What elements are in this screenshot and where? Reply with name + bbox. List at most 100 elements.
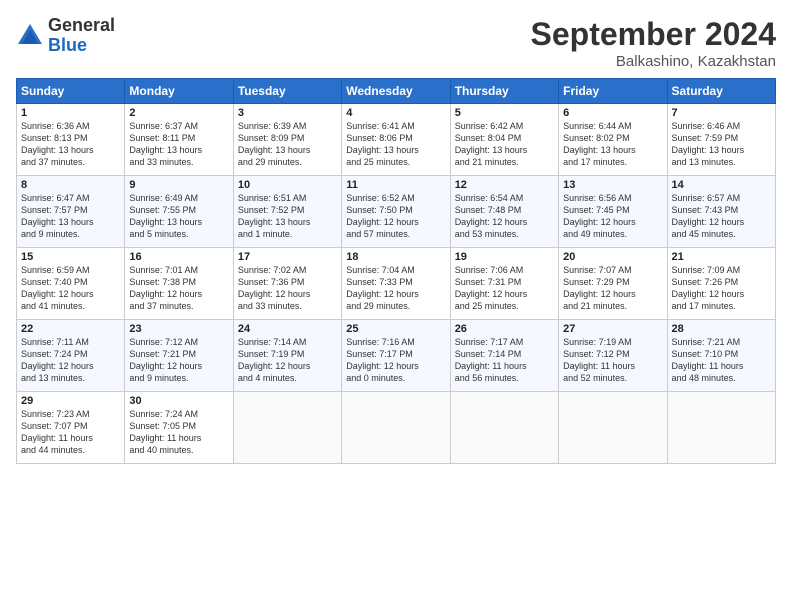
day-number: 7 (672, 107, 771, 119)
day-info: Sunrise: 7:11 AM Sunset: 7:24 PM Dayligh… (21, 336, 120, 385)
day-info: Sunrise: 7:14 AM Sunset: 7:19 PM Dayligh… (238, 336, 337, 385)
day-info: Sunrise: 6:57 AM Sunset: 7:43 PM Dayligh… (672, 192, 771, 241)
calendar-week-row: 8Sunrise: 6:47 AM Sunset: 7:57 PM Daylig… (17, 176, 776, 248)
weekday-header: Saturday (667, 79, 775, 104)
day-number: 9 (129, 179, 228, 191)
weekday-header: Thursday (450, 79, 558, 104)
day-info: Sunrise: 6:46 AM Sunset: 7:59 PM Dayligh… (672, 120, 771, 169)
calendar-cell: 17Sunrise: 7:02 AM Sunset: 7:36 PM Dayli… (233, 248, 341, 320)
calendar-cell: 12Sunrise: 6:54 AM Sunset: 7:48 PM Dayli… (450, 176, 558, 248)
calendar-cell: 15Sunrise: 6:59 AM Sunset: 7:40 PM Dayli… (17, 248, 125, 320)
day-info: Sunrise: 6:42 AM Sunset: 8:04 PM Dayligh… (455, 120, 554, 169)
day-info: Sunrise: 6:56 AM Sunset: 7:45 PM Dayligh… (563, 192, 662, 241)
day-info: Sunrise: 6:52 AM Sunset: 7:50 PM Dayligh… (346, 192, 445, 241)
day-info: Sunrise: 6:54 AM Sunset: 7:48 PM Dayligh… (455, 192, 554, 241)
day-number: 14 (672, 179, 771, 191)
day-number: 5 (455, 107, 554, 119)
calendar-cell: 23Sunrise: 7:12 AM Sunset: 7:21 PM Dayli… (125, 320, 233, 392)
day-number: 29 (21, 395, 120, 407)
day-info: Sunrise: 6:41 AM Sunset: 8:06 PM Dayligh… (346, 120, 445, 169)
day-number: 11 (346, 179, 445, 191)
calendar-cell: 13Sunrise: 6:56 AM Sunset: 7:45 PM Dayli… (559, 176, 667, 248)
day-info: Sunrise: 6:49 AM Sunset: 7:55 PM Dayligh… (129, 192, 228, 241)
day-number: 10 (238, 179, 337, 191)
day-info: Sunrise: 7:17 AM Sunset: 7:14 PM Dayligh… (455, 336, 554, 385)
day-number: 22 (21, 323, 120, 335)
day-number: 30 (129, 395, 228, 407)
day-info: Sunrise: 7:23 AM Sunset: 7:07 PM Dayligh… (21, 408, 120, 457)
day-info: Sunrise: 6:51 AM Sunset: 7:52 PM Dayligh… (238, 192, 337, 241)
day-number: 25 (346, 323, 445, 335)
calendar-cell: 9Sunrise: 6:49 AM Sunset: 7:55 PM Daylig… (125, 176, 233, 248)
logo-blue-text: Blue (48, 35, 87, 55)
day-number: 1 (21, 107, 120, 119)
title-block: September 2024 Balkashino, Kazakhstan (531, 16, 776, 70)
calendar-week-row: 1Sunrise: 6:36 AM Sunset: 8:13 PM Daylig… (17, 104, 776, 176)
month-title: September 2024 (531, 16, 776, 53)
weekday-header: Tuesday (233, 79, 341, 104)
calendar-cell: 10Sunrise: 6:51 AM Sunset: 7:52 PM Dayli… (233, 176, 341, 248)
calendar-cell: 2Sunrise: 6:37 AM Sunset: 8:11 PM Daylig… (125, 104, 233, 176)
day-number: 13 (563, 179, 662, 191)
calendar-cell: 30Sunrise: 7:24 AM Sunset: 7:05 PM Dayli… (125, 392, 233, 464)
calendar-cell: 26Sunrise: 7:17 AM Sunset: 7:14 PM Dayli… (450, 320, 558, 392)
calendar-cell: 7Sunrise: 6:46 AM Sunset: 7:59 PM Daylig… (667, 104, 775, 176)
calendar-cell (667, 392, 775, 464)
page-header: General Blue September 2024 Balkashino, … (16, 16, 776, 70)
day-number: 6 (563, 107, 662, 119)
day-info: Sunrise: 7:02 AM Sunset: 7:36 PM Dayligh… (238, 264, 337, 313)
logo-general-text: General (48, 15, 115, 35)
calendar-cell: 6Sunrise: 6:44 AM Sunset: 8:02 PM Daylig… (559, 104, 667, 176)
calendar-cell: 4Sunrise: 6:41 AM Sunset: 8:06 PM Daylig… (342, 104, 450, 176)
day-number: 24 (238, 323, 337, 335)
calendar-cell: 5Sunrise: 6:42 AM Sunset: 8:04 PM Daylig… (450, 104, 558, 176)
calendar-week-row: 15Sunrise: 6:59 AM Sunset: 7:40 PM Dayli… (17, 248, 776, 320)
day-info: Sunrise: 7:21 AM Sunset: 7:10 PM Dayligh… (672, 336, 771, 385)
calendar-cell: 28Sunrise: 7:21 AM Sunset: 7:10 PM Dayli… (667, 320, 775, 392)
day-number: 23 (129, 323, 228, 335)
calendar-cell: 29Sunrise: 7:23 AM Sunset: 7:07 PM Dayli… (17, 392, 125, 464)
logo-icon (16, 22, 44, 50)
calendar-cell: 14Sunrise: 6:57 AM Sunset: 7:43 PM Dayli… (667, 176, 775, 248)
day-number: 28 (672, 323, 771, 335)
calendar-cell: 3Sunrise: 6:39 AM Sunset: 8:09 PM Daylig… (233, 104, 341, 176)
day-info: Sunrise: 6:47 AM Sunset: 7:57 PM Dayligh… (21, 192, 120, 241)
day-info: Sunrise: 7:24 AM Sunset: 7:05 PM Dayligh… (129, 408, 228, 457)
day-number: 18 (346, 251, 445, 263)
day-number: 19 (455, 251, 554, 263)
calendar-cell: 1Sunrise: 6:36 AM Sunset: 8:13 PM Daylig… (17, 104, 125, 176)
day-info: Sunrise: 7:06 AM Sunset: 7:31 PM Dayligh… (455, 264, 554, 313)
day-number: 17 (238, 251, 337, 263)
calendar-cell: 22Sunrise: 7:11 AM Sunset: 7:24 PM Dayli… (17, 320, 125, 392)
calendar-cell (342, 392, 450, 464)
calendar-header-row: SundayMondayTuesdayWednesdayThursdayFrid… (17, 79, 776, 104)
day-info: Sunrise: 7:12 AM Sunset: 7:21 PM Dayligh… (129, 336, 228, 385)
day-info: Sunrise: 7:01 AM Sunset: 7:38 PM Dayligh… (129, 264, 228, 313)
day-info: Sunrise: 6:37 AM Sunset: 8:11 PM Dayligh… (129, 120, 228, 169)
calendar-cell: 25Sunrise: 7:16 AM Sunset: 7:17 PM Dayli… (342, 320, 450, 392)
day-number: 20 (563, 251, 662, 263)
calendar-cell: 20Sunrise: 7:07 AM Sunset: 7:29 PM Dayli… (559, 248, 667, 320)
day-info: Sunrise: 7:07 AM Sunset: 7:29 PM Dayligh… (563, 264, 662, 313)
calendar-cell: 8Sunrise: 6:47 AM Sunset: 7:57 PM Daylig… (17, 176, 125, 248)
weekday-header: Sunday (17, 79, 125, 104)
calendar-cell: 11Sunrise: 6:52 AM Sunset: 7:50 PM Dayli… (342, 176, 450, 248)
calendar-table: SundayMondayTuesdayWednesdayThursdayFrid… (16, 78, 776, 464)
calendar-cell: 16Sunrise: 7:01 AM Sunset: 7:38 PM Dayli… (125, 248, 233, 320)
calendar-cell: 21Sunrise: 7:09 AM Sunset: 7:26 PM Dayli… (667, 248, 775, 320)
weekday-header: Wednesday (342, 79, 450, 104)
calendar-week-row: 22Sunrise: 7:11 AM Sunset: 7:24 PM Dayli… (17, 320, 776, 392)
day-number: 8 (21, 179, 120, 191)
day-info: Sunrise: 7:16 AM Sunset: 7:17 PM Dayligh… (346, 336, 445, 385)
calendar-cell (450, 392, 558, 464)
day-info: Sunrise: 6:59 AM Sunset: 7:40 PM Dayligh… (21, 264, 120, 313)
day-number: 3 (238, 107, 337, 119)
day-info: Sunrise: 6:44 AM Sunset: 8:02 PM Dayligh… (563, 120, 662, 169)
weekday-header: Friday (559, 79, 667, 104)
day-number: 16 (129, 251, 228, 263)
calendar-cell: 24Sunrise: 7:14 AM Sunset: 7:19 PM Dayli… (233, 320, 341, 392)
day-info: Sunrise: 7:09 AM Sunset: 7:26 PM Dayligh… (672, 264, 771, 313)
calendar-cell: 27Sunrise: 7:19 AM Sunset: 7:12 PM Dayli… (559, 320, 667, 392)
day-number: 12 (455, 179, 554, 191)
calendar-cell (559, 392, 667, 464)
